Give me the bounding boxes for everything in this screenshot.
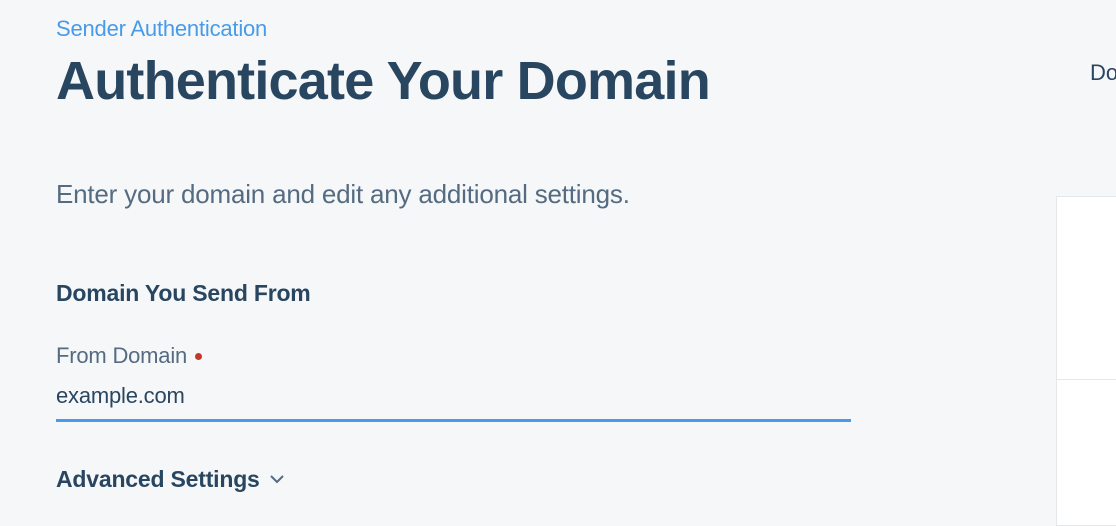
side-panel: Do [1054, 0, 1116, 526]
required-indicator-icon [195, 353, 202, 360]
instructions-text: Enter your domain and edit any additiona… [56, 179, 864, 210]
chevron-down-icon [270, 473, 284, 487]
advanced-settings-toggle[interactable]: Advanced Settings [56, 466, 864, 493]
breadcrumb-link[interactable]: Sender Authentication [56, 16, 267, 42]
side-box-divider [1057, 379, 1116, 380]
section-title: Domain You Send From [56, 280, 864, 307]
page-title: Authenticate Your Domain [56, 52, 864, 111]
main-content: Sender Authentication Authenticate Your … [0, 0, 920, 493]
from-domain-input[interactable] [56, 379, 851, 422]
side-box [1056, 196, 1116, 526]
advanced-settings-label: Advanced Settings [56, 466, 260, 493]
from-domain-label-row: From Domain [56, 343, 864, 369]
from-domain-label: From Domain [56, 343, 187, 369]
side-partial-text: Do [1090, 60, 1116, 86]
